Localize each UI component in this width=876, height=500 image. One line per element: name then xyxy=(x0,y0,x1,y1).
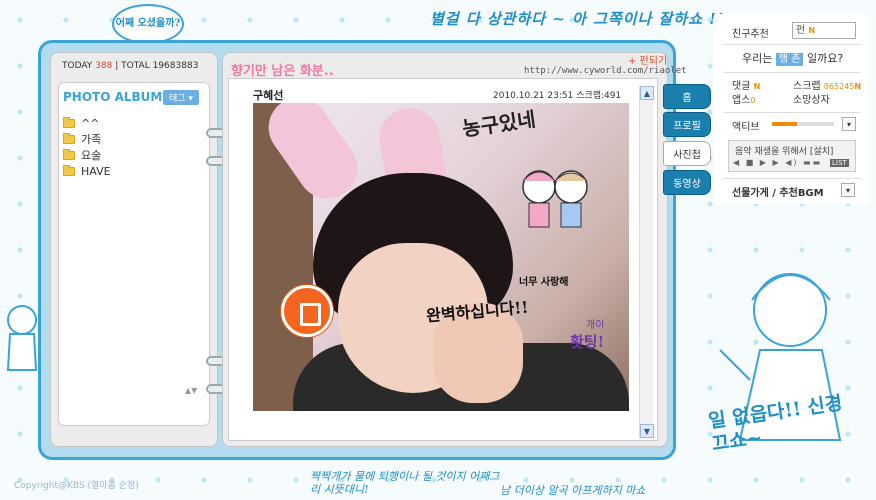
bgm-dropdown-icon[interactable]: ▾ xyxy=(841,183,855,197)
folder-label: 가족 xyxy=(81,133,102,146)
stats-right: 스크랩 865245N 소망상자 xyxy=(793,80,861,108)
question-prefix: 우리는 xyxy=(742,52,773,65)
album-folder-list: ^^ 가족 요술 HAVE xyxy=(63,115,111,179)
folder-icon xyxy=(63,132,75,144)
bgm-shop-label[interactable]: 선물가게 / 추천BGM xyxy=(732,184,824,199)
today-value: 388 xyxy=(95,61,113,71)
bottom-scribble-left: 짝짝개가 물에 퇴행이나 될 것이지 어째그리 시뜻대니! xyxy=(310,470,500,496)
scroll-up-icon[interactable]: ▲ xyxy=(640,86,654,100)
photo-caption-love: 너무 사랑해 xyxy=(519,277,569,288)
stat-scrap-label: 스크랩 xyxy=(793,81,821,92)
relationship-question: 우리는 맹 촌 일까요? xyxy=(742,50,843,66)
new-marker: N xyxy=(753,82,761,91)
activity-bar-fill xyxy=(772,122,797,126)
activity-bar xyxy=(772,122,834,126)
scroll-down-icon[interactable]: ▼ xyxy=(640,424,654,438)
photo-caption-fighting-small: 개이 xyxy=(586,320,605,331)
new-marker: N xyxy=(854,82,862,91)
right-sidebar xyxy=(714,14,868,204)
visitor-counter: TODAY 388 | TOTAL 19683883 xyxy=(62,61,198,71)
stat-apps[interactable]: 앱스0 xyxy=(732,94,760,108)
photo-caption-fighting: 개이 홧팅! xyxy=(570,318,604,350)
speech-bubble-topleft: 어째 오셨을까? xyxy=(112,4,184,44)
sidebar-divider xyxy=(724,72,860,73)
folder-item[interactable]: HAVE xyxy=(63,163,111,179)
folder-label: ^^ xyxy=(81,116,100,130)
player-install-message[interactable]: 음악 재생을 위해서 [설치] xyxy=(735,144,833,157)
folder-icon xyxy=(63,116,75,128)
folder-item[interactable]: 요술 xyxy=(63,147,111,163)
stat-scrap[interactable]: 스크랩 865245N xyxy=(793,80,861,94)
total-label: TOTAL xyxy=(121,61,150,71)
folder-item[interactable]: 가족 xyxy=(63,131,111,147)
folder-label: 요술 xyxy=(81,149,102,162)
total-value: 19683883 xyxy=(152,61,199,71)
cartoon-couple-sticker xyxy=(522,170,588,228)
player-controls[interactable]: ◀ ■ ▶ ▶ ◀) ▬▬ xyxy=(733,158,822,167)
friend-select-dropdown[interactable]: 펀 N xyxy=(792,22,856,39)
sidebar-divider xyxy=(724,44,860,45)
copyright-text: Copyright@KBS (열아홉 순정) xyxy=(14,481,139,491)
stat-apps-label: 앱스 xyxy=(732,95,751,106)
sidebar-divider xyxy=(724,112,860,113)
new-marker: N xyxy=(808,26,816,35)
folder-icon xyxy=(63,148,75,160)
tab-profile[interactable]: 프로필 xyxy=(663,112,711,137)
question-badge[interactable]: 맹 촌 xyxy=(775,53,804,66)
photo-album-title: PHOTO ALBUM xyxy=(63,90,163,104)
sidebar-divider xyxy=(724,178,860,179)
activity-dropdown-icon[interactable]: ▾ xyxy=(842,117,856,131)
player-list-button[interactable]: LIST xyxy=(830,159,849,167)
stat-apps-value: 0 xyxy=(750,96,756,105)
post-date-scrap: 2010.10.21 23:51 스크랩:491 xyxy=(493,91,622,101)
today-label: TODAY xyxy=(62,61,93,71)
tab-home[interactable]: 홈 xyxy=(663,84,711,109)
stat-wishbox[interactable]: 소망상자 xyxy=(793,94,861,108)
folder-label: HAVE xyxy=(81,164,111,178)
stat-reply-label: 댓글 xyxy=(732,81,751,92)
tab-video[interactable]: 동영상 xyxy=(663,170,711,195)
tag-button[interactable]: 태그 ▾ xyxy=(163,90,199,105)
question-suffix: 일까요? xyxy=(806,52,844,65)
page-title: 향기만 남은 화분.. xyxy=(231,64,334,79)
post-scrollbar[interactable]: ▲ ▼ xyxy=(639,86,654,438)
post-photo[interactable] xyxy=(253,103,629,411)
post-author[interactable]: 구혜선 xyxy=(253,87,283,103)
top-scribble-text: 별걸 다 상관하다 ~ 아 그쪽이나 잘하쇼 !! xyxy=(430,10,725,28)
friend-recommend-label: 친구추천 xyxy=(732,29,769,40)
folder-icon xyxy=(63,164,75,176)
stats-left: 댓글 N 앱스0 xyxy=(732,80,760,108)
bottom-scribble-right: 남 더이상 알곡 아프게하지 마쇼 xyxy=(500,484,646,497)
hompy-url[interactable]: http://www.cyworld.com/riaolet xyxy=(524,66,687,76)
counter-separator: | xyxy=(115,61,119,71)
photo-caption-fighting-main: 홧팅! xyxy=(570,333,605,351)
stat-reply[interactable]: 댓글 N xyxy=(732,80,760,94)
media-overlay-button[interactable] xyxy=(281,285,333,337)
tab-photo-album[interactable]: 사진첩 xyxy=(663,141,711,166)
stat-scrap-value: 865245 xyxy=(823,82,855,91)
activity-label: 액티브 xyxy=(732,122,760,133)
album-scroll-arrows[interactable]: ▲▼ xyxy=(185,386,197,395)
folder-item[interactable]: ^^ xyxy=(63,115,111,131)
flip-link[interactable]: + 펀되기 xyxy=(628,52,667,67)
friend-select-value: 펀 xyxy=(796,25,806,36)
